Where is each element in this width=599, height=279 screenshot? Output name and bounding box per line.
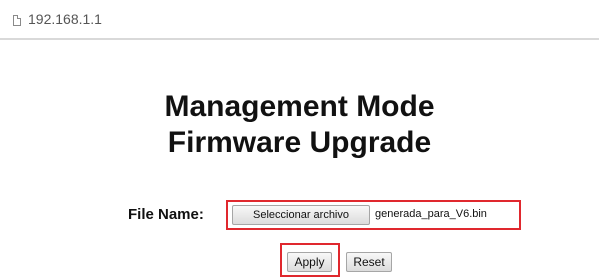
choose-file-button[interactable]: Seleccionar archivo <box>232 205 370 225</box>
page-title-line-1: Management Mode <box>164 90 435 123</box>
selected-file-name: generada_para_V6.bin <box>375 208 487 220</box>
apply-button[interactable]: Apply <box>287 252 332 272</box>
url-text[interactable]: 192.168.1.1 <box>28 11 102 27</box>
page-title-line-2: Firmware Upgrade <box>167 126 432 159</box>
address-bar[interactable]: 192.168.1.1 <box>0 0 599 40</box>
page-icon <box>13 15 21 26</box>
reset-button[interactable]: Reset <box>346 252 392 272</box>
file-name-label: File Name: <box>128 206 204 223</box>
